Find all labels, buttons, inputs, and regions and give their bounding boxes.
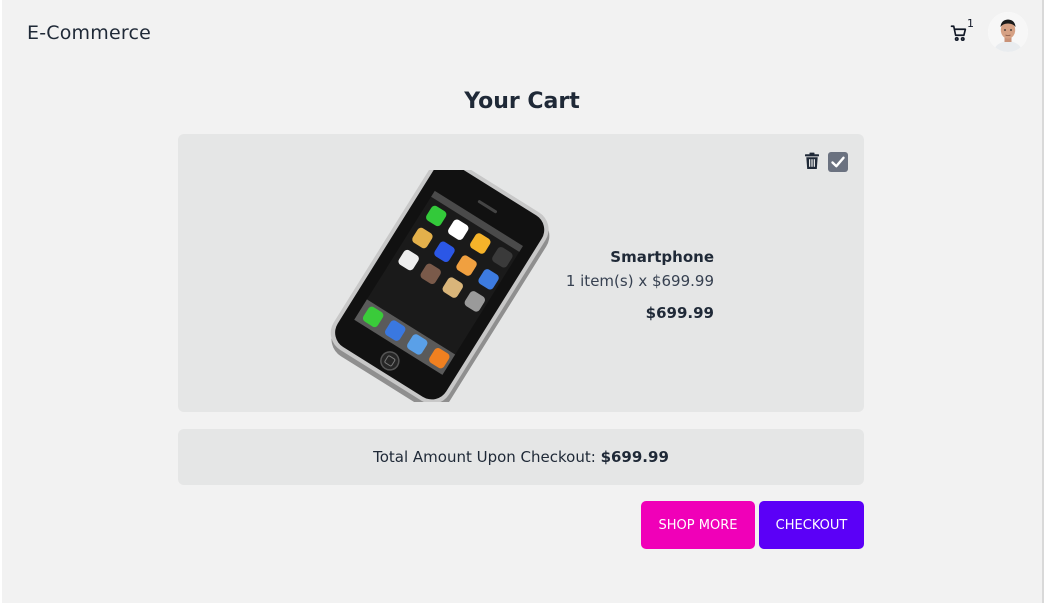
checkmark-icon <box>831 156 845 168</box>
trash-icon <box>805 152 819 169</box>
shop-more-button[interactable]: SHOP MORE <box>641 501 755 549</box>
delete-item-button[interactable] <box>804 152 822 172</box>
page-title: Your Cart <box>464 89 580 114</box>
app-root: E-Commerce 1 Your Cart Smartphone 1 item… <box>2 0 1042 603</box>
cart-count-badge: 1 <box>967 17 974 30</box>
item-subtotal: $699.99 <box>645 304 714 322</box>
cart-item-card: Smartphone 1 item(s) x $699.99 $699.99 <box>178 134 864 412</box>
avatar[interactable] <box>988 12 1028 52</box>
user-photo-icon <box>988 12 1028 52</box>
item-name: Smartphone <box>610 248 714 266</box>
total-label: Total Amount Upon Checkout: <box>373 448 601 466</box>
cart-icon <box>950 25 967 42</box>
order-total: Total Amount Upon Checkout: $699.99 <box>178 429 864 485</box>
navbar: E-Commerce 1 <box>2 0 1042 68</box>
select-item-checkbox[interactable] <box>828 152 848 172</box>
item-quantity: 1 item(s) x $699.99 <box>565 272 714 290</box>
total-value: $699.99 <box>600 448 669 466</box>
brand-logo[interactable]: E-Commerce <box>27 22 151 44</box>
checkout-button[interactable]: CHECKOUT <box>759 501 864 549</box>
cart-button[interactable]: 1 <box>948 17 974 46</box>
item-details: Smartphone 1 item(s) x $699.99 $699.99 <box>508 248 714 322</box>
